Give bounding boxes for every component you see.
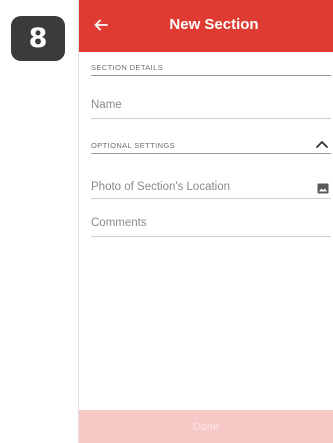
- name-field[interactable]: Name: [91, 96, 331, 119]
- comments-placeholder: Comments: [91, 217, 147, 229]
- name-placeholder: Name: [91, 99, 122, 111]
- step-badge: 8: [11, 16, 65, 61]
- comments-field[interactable]: Comments: [91, 214, 331, 237]
- app-bar: New Section: [79, 0, 333, 52]
- screenshot-canvas: 8 New Section SECTION DETAILS Name OPTIO…: [0, 0, 333, 443]
- done-button[interactable]: Done: [79, 410, 333, 443]
- image-icon[interactable]: [317, 182, 329, 193]
- optional-settings-header[interactable]: OPTIONAL SETTINGS: [91, 140, 331, 154]
- step-number: 8: [28, 23, 48, 54]
- page-title: New Section: [169, 16, 259, 33]
- section-details-header: SECTION DETAILS: [91, 63, 331, 76]
- photo-location-placeholder: Photo of Section's Location: [91, 181, 231, 193]
- done-label: Done: [192, 420, 220, 433]
- phone-screen: New Section SECTION DETAILS Name OPTIONA…: [79, 0, 333, 443]
- optional-settings-label: OPTIONAL SETTINGS: [91, 141, 176, 150]
- chevron-up-icon[interactable]: [315, 139, 329, 149]
- photo-location-field[interactable]: Photo of Section's Location: [91, 176, 331, 199]
